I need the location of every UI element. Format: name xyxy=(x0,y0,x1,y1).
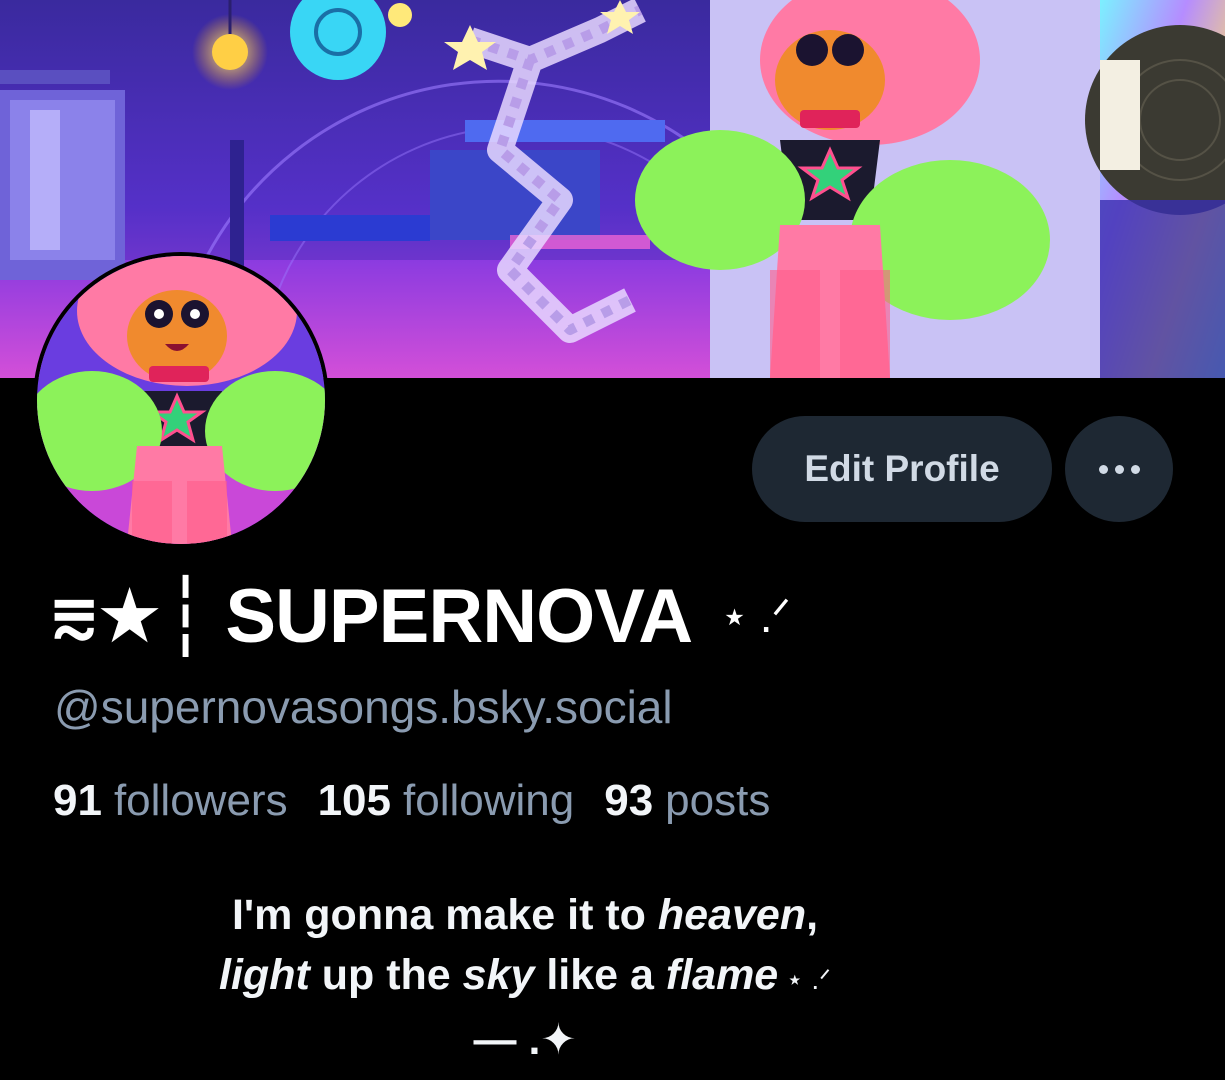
display-name: ⩳★┆ SUPERNOVA ⋆ .ᐟ xyxy=(52,570,791,662)
posts-stat: 93 posts xyxy=(604,776,770,826)
display-name-prefix: ⩳★┆ xyxy=(52,573,208,659)
avatar[interactable] xyxy=(33,252,329,548)
profile-stats: 91 followers 105 following 93 posts xyxy=(53,776,770,826)
followers-count: 91 xyxy=(53,776,102,825)
followers-label: followers xyxy=(113,776,288,825)
display-name-suffix: ⋆ .ᐟ xyxy=(720,590,791,642)
more-options-button[interactable] xyxy=(1065,416,1173,522)
posts-count: 93 xyxy=(604,776,654,825)
following-stat[interactable]: 105 following xyxy=(318,776,575,826)
following-count: 105 xyxy=(317,776,391,825)
posts-label: posts xyxy=(665,776,771,825)
bio-line-2: light up the sky like a flame ⋆ .ᐟ xyxy=(219,951,831,999)
profile-handle: @supernovasongs.bsky.social xyxy=(54,681,673,733)
bio-line-3: — .✦ xyxy=(473,1016,577,1064)
followers-stat[interactable]: 91 followers xyxy=(53,776,288,826)
ellipsis-icon xyxy=(1098,464,1140,474)
edit-profile-button[interactable]: Edit Profile xyxy=(752,416,1052,522)
avatar-illustration xyxy=(37,256,325,544)
bio-line-1: I'm gonna make it to heaven, xyxy=(231,891,819,939)
profile-bio: I'm gonna make it to heaven, light up th… xyxy=(0,885,1050,1070)
following-label: following xyxy=(403,776,575,825)
display-name-text: SUPERNOVA xyxy=(225,573,693,659)
